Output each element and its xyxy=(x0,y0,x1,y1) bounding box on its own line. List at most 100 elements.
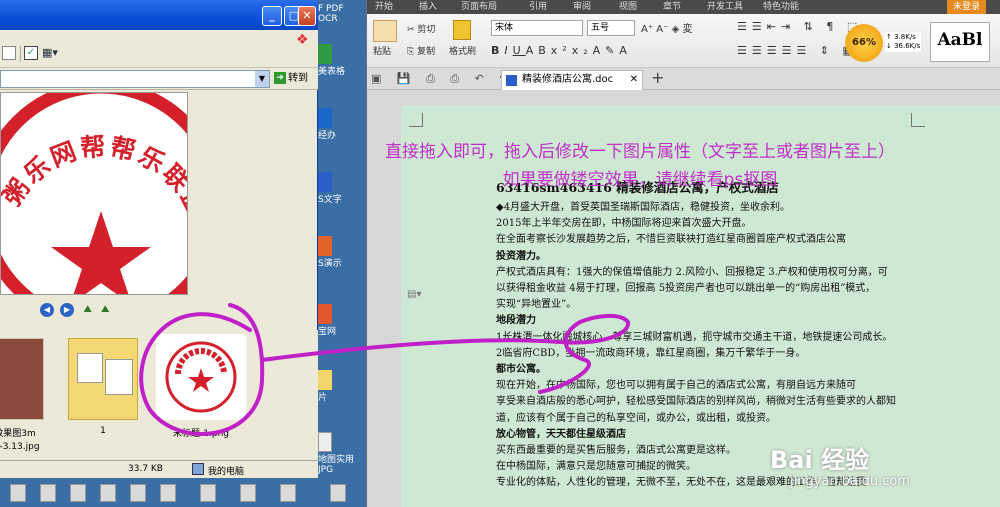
folder-icon xyxy=(318,370,332,390)
thumbnail-stamp-selected[interactable] xyxy=(156,334,246,420)
doc-line: 2临省府CBD，坐拥一流政商环境，靠红星商圈，集万千繁华于一身。 xyxy=(496,347,806,359)
windows-logo-icon: ❖ xyxy=(296,32,309,48)
zoom-out-icon[interactable]: ⛰ xyxy=(101,304,115,318)
desktop-file-icon[interactable] xyxy=(40,484,56,502)
copy-button[interactable]: ⎘ 复制 xyxy=(407,44,435,57)
cut-button[interactable]: ✂ 剪切 xyxy=(407,22,435,35)
goto-arrow-icon: ➜ xyxy=(274,72,286,84)
desktop-file-icon[interactable] xyxy=(330,484,346,502)
new-tab-button[interactable]: + xyxy=(651,68,664,87)
close-button[interactable]: ✕ xyxy=(298,6,316,26)
desktop-icon-label: S演示 xyxy=(318,259,342,269)
upload-rate: ↑ 3.8K/s xyxy=(886,33,916,41)
image-preview: 粥乐网帮帮乐联盟 xyxy=(0,80,226,330)
watermark-brand: Bai 经验 xyxy=(770,446,870,474)
desktop-file-icon[interactable] xyxy=(100,484,116,502)
tab-document[interactable]: 精装修酒店公寓.doc ✕ xyxy=(501,70,643,90)
desktop-bottom-icons xyxy=(0,478,366,507)
text-format-buttons[interactable]: BIUABx²x₂A✎A xyxy=(491,44,632,57)
login-status[interactable]: 未登录 xyxy=(947,0,987,14)
desktop-icon-app[interactable]: 经办 xyxy=(318,108,366,141)
document-tab-bar: ▣ 💾 ⎙ ⎙ ↶ ↷ ▾ 精装修酒店公寓.doc ✕ + xyxy=(367,68,1000,90)
minimize-button[interactable]: _ xyxy=(262,6,282,26)
watermark-url: jingyan.baidu.com xyxy=(790,474,910,489)
desktop-file-icon[interactable] xyxy=(130,484,146,502)
desktop-file-icon[interactable] xyxy=(70,484,86,502)
previous-image-button[interactable]: ◀ xyxy=(40,303,54,317)
address-bar: ▼ ➜ 转到 xyxy=(0,68,318,90)
stamp-preview-image: 粥乐网帮帮乐联盟 xyxy=(0,80,226,330)
doc-line: 实现“异地置业”。 xyxy=(496,299,577,311)
address-dropdown-icon[interactable]: ▼ xyxy=(255,71,269,87)
format-painter-button[interactable]: 格式刷 xyxy=(449,44,476,57)
desktop-icon-label: 地图实用 xyxy=(318,455,355,465)
tab-features[interactable]: 特色功能 xyxy=(763,0,799,14)
copy-label: 复制 xyxy=(417,47,436,57)
doc-heading: 地段潜力 xyxy=(496,315,536,327)
desktop-file-icon[interactable] xyxy=(280,484,296,502)
viewer-title-bar: _ □ ✕ xyxy=(0,0,318,30)
list-buttons[interactable]: ☰☰⇤⇥ ⇅ ¶ ⬚ xyxy=(737,20,862,33)
close-tab-icon[interactable]: ✕ xyxy=(630,71,638,89)
scissors-icon: ✂ xyxy=(407,25,415,35)
next-image-button[interactable]: ▶ xyxy=(60,303,74,317)
desktop-icon-et[interactable]: 美表格 xyxy=(318,44,366,77)
spreadsheet-icon xyxy=(318,44,332,64)
annotation-line: 如果要做镂空效果，请继续看ps抠图 xyxy=(502,170,778,190)
speed-percent: 66% xyxy=(845,24,883,62)
goto-button[interactable]: ➜ 转到 xyxy=(274,70,316,88)
network-speed-widget[interactable]: 66% ↑ 3.8K/s ↓ 36.6K/s xyxy=(845,20,925,62)
address-input[interactable]: ▼ xyxy=(0,70,270,88)
desktop-file-icon[interactable] xyxy=(10,484,26,502)
checklist-icon[interactable]: ✓ xyxy=(24,46,38,60)
tab-view[interactable]: 视图 xyxy=(619,0,637,14)
desktop-icon-wps-presentation[interactable]: S演示 xyxy=(318,236,366,269)
font-size-select[interactable]: 五号 xyxy=(587,20,635,36)
status-bar: 33.7 KB 我的电脑 xyxy=(0,460,318,478)
presentation-icon xyxy=(318,236,332,256)
tab-page-layout[interactable]: 页面布局 xyxy=(461,0,497,14)
status-size: 33.7 KB xyxy=(128,464,163,474)
tab-developer[interactable]: 开发工具 xyxy=(707,0,743,14)
desktop-icon-label: 片 xyxy=(318,393,328,403)
grow-font-icon[interactable]: A⁺ A⁻ ◈ 変 xyxy=(641,20,692,35)
desktop-icon-taobao[interactable]: 宝网 xyxy=(318,304,366,337)
paragraph-handle-icon[interactable]: ▤▾ xyxy=(407,289,421,300)
views-dropdown-icon[interactable]: ▦▾ xyxy=(42,46,62,60)
goto-label: 转到 xyxy=(288,73,308,84)
desktop-icon-pictures[interactable]: 片 xyxy=(318,370,366,403)
thumbnail-map[interactable] xyxy=(0,338,44,420)
toolbar-divider xyxy=(20,46,21,62)
tab-review[interactable]: 审阅 xyxy=(573,0,591,14)
thumbnail-label: 效果图3m宽-3.13.jpg xyxy=(0,429,40,452)
desktop-file-icon[interactable] xyxy=(240,484,256,502)
tab-insert[interactable]: 插入 xyxy=(419,0,437,14)
format-painter-icon[interactable] xyxy=(453,20,471,40)
page-corner-mark xyxy=(911,113,925,127)
file-icon xyxy=(318,432,332,452)
doc-line: ◆4月盛大开盘，首受英国圣瑞斯国际酒店，稳健投资，坐收余利。 xyxy=(496,202,791,213)
desktop-file-icon[interactable] xyxy=(160,484,176,502)
doc-line: 以获得租金收益 4易于打理，回报高 5投资房产者也可以跳出单一的“购房出租”模式… xyxy=(496,283,876,295)
style-preview[interactable]: AaBl xyxy=(930,22,990,62)
thumbnail-label: 1 xyxy=(100,426,106,436)
doc-line: 产权式酒店具有：1强大的保值增值能力 2.风险小、回报稳定 3.产权和使用权可分… xyxy=(496,266,888,278)
desktop-icon-label: 美表格 xyxy=(318,67,346,77)
desktop-file-icon[interactable] xyxy=(200,484,216,502)
download-rate: ↓ 36.6K/s xyxy=(886,42,921,50)
tab-chapter[interactable]: 章节 xyxy=(663,0,681,14)
paste-button[interactable]: 粘贴 xyxy=(373,44,391,57)
desktop-icon-map[interactable]: 地图实用 JPG xyxy=(318,432,366,475)
doc-heading: 投资潜力。 xyxy=(496,250,546,262)
tab-references[interactable]: 引用 xyxy=(529,0,547,14)
app-icon xyxy=(318,108,332,128)
paste-icon[interactable] xyxy=(373,20,397,42)
zoom-in-icon[interactable]: ⛰ xyxy=(84,304,98,318)
tab-home[interactable]: 开始 xyxy=(375,0,393,14)
speed-rates: ↑ 3.8K/s ↓ 36.6K/s xyxy=(885,32,922,52)
desktop-icon-pdf[interactable]: F PDF OCR xyxy=(318,4,366,24)
view-icon[interactable] xyxy=(2,46,16,60)
ribbon-tabs: 开始 插入 页面布局 引用 审阅 视图 章节 开发工具 特色功能 未登录 xyxy=(367,0,1000,14)
font-name-select[interactable]: 宋体 xyxy=(491,20,583,36)
thumbnail-folder[interactable] xyxy=(68,338,138,420)
